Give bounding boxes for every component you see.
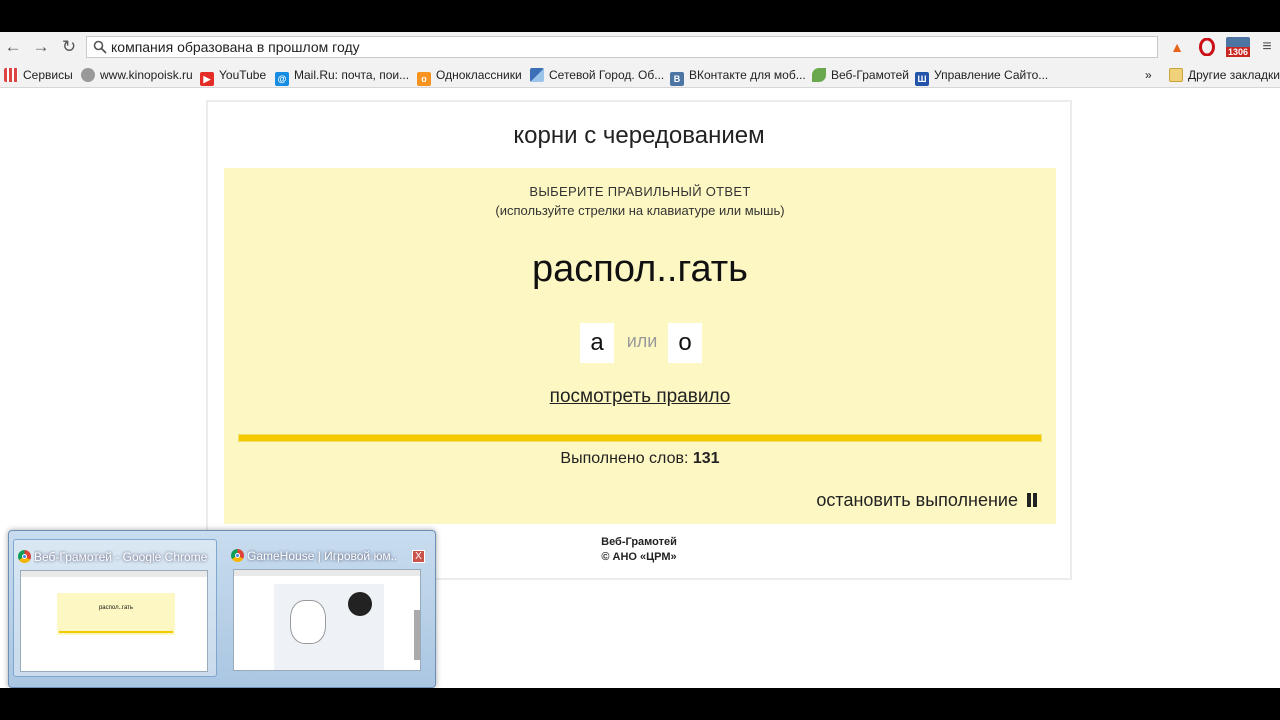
bookmark-label: Одноклассники [436, 68, 522, 82]
trainer-card: корни с чередованием ВЫБЕРИТЕ ПРАВИЛЬНЫЙ… [206, 100, 1072, 580]
window-thumb-image: распол..гать [20, 570, 208, 672]
bookmark-label: www.kinopoisk.ru [100, 68, 193, 82]
thumb-word: распол..гать [98, 605, 134, 611]
search-icon [93, 40, 107, 54]
bookmark-label: YouTube [219, 68, 267, 82]
pause-icon [1026, 493, 1038, 507]
menu-icon[interactable]: ≡ [1256, 36, 1278, 58]
vk-badge-count: 1306 [1226, 47, 1250, 57]
vk-extension-icon[interactable]: 1306 [1226, 36, 1250, 58]
apps-grid-icon [4, 68, 18, 82]
vk-icon: B [670, 72, 684, 86]
stop-label: остановить выполнение [816, 490, 1018, 510]
choice-o-button[interactable]: о [668, 323, 702, 363]
window-thumb-image [233, 569, 421, 671]
instruction-hint: (используйте стрелки на клавиатуре или м… [495, 203, 785, 218]
bookmark-label: Сетевой Город. Об... [549, 68, 665, 82]
chrome-icon [231, 549, 244, 562]
choice-a-button[interactable]: а [580, 323, 614, 363]
film-reel-icon [81, 68, 95, 82]
progress-bar [238, 434, 1042, 442]
omnibox[interactable]: компания образована в прошлом году [86, 36, 1158, 58]
bookmark-label: ВКонтакте для моб... [689, 68, 806, 82]
bookmark-youtube[interactable]: ▶ YouTube [200, 67, 267, 86]
site-manage-icon: Ш [915, 72, 929, 86]
close-icon[interactable]: X [412, 550, 425, 563]
taskbar-preview: Веб-Грамотей - Google Chrome распол..гат… [8, 530, 436, 688]
folder-icon [1169, 68, 1183, 82]
omnibox-text[interactable]: компания образована в прошлом году [111, 39, 360, 55]
window-thumb-title: Веб-Грамотей - Google Chrome [34, 550, 208, 564]
progress-fill [239, 435, 1041, 441]
bookmark-label: Другие закладки [1188, 68, 1280, 82]
window-thumb-title: GameHouse | Игровой юм... [247, 549, 397, 563]
arrow-right-icon[interactable]: → [30, 37, 52, 57]
quiz-word: распол..гать [532, 248, 748, 290]
bookmarks-overflow-button[interactable]: » [1145, 67, 1152, 83]
bookmark-label: Сервисы [23, 68, 73, 82]
bookmark-label: Управление Сайто... [934, 68, 1049, 82]
odnoklassniki-icon: o [417, 72, 431, 86]
bookmarks-bar: Сервисы www.kinopoisk.ru ▶ YouTube @ Mail.… [0, 62, 1280, 88]
bookmark-kinopoisk[interactable]: www.kinopoisk.ru [81, 67, 193, 83]
browser-toolbar: ← → ↻ компания образована в прошлом году… [0, 32, 1280, 62]
flame-extension-icon[interactable]: ▲ [1166, 36, 1188, 58]
opera-extension-icon[interactable] [1196, 36, 1218, 58]
words-done-count: 131 [692, 450, 720, 467]
bookmark-services[interactable]: Сервисы [4, 67, 73, 83]
bookmark-label: Веб-Грамотей [831, 68, 909, 82]
stop-button[interactable]: остановить выполнение [816, 490, 1038, 511]
other-bookmarks-folder[interactable]: Другие закладки [1169, 67, 1280, 83]
bookmark-network-city[interactable]: Сетевой Город. Об... [530, 67, 664, 83]
bookmark-vkontakte[interactable]: B ВКонтакте для моб... [670, 67, 806, 86]
bookmark-mailru[interactable]: @ Mail.Ru: почта, пои... [275, 67, 410, 86]
bookmark-label: Mail.Ru: почта, пои... [294, 68, 410, 82]
arrow-left-icon[interactable]: ← [2, 37, 24, 57]
at-sign-icon: @ [275, 72, 289, 86]
window-thumb-gamehouse[interactable]: GameHouse | Игровой юм... X [227, 539, 431, 677]
instruction-main: ВЫБЕРИТЕ ПРАВИЛЬНЫЙ ОТВЕТ [529, 184, 751, 199]
quiz-panel: ВЫБЕРИТЕ ПРАВИЛЬНЫЙ ОТВЕТ (используйте с… [224, 168, 1056, 524]
bookmark-site-manage[interactable]: Ш Управление Сайто... [915, 67, 1049, 86]
words-done-label: Выполнено слов: [560, 450, 689, 467]
bookmark-odnoklassniki[interactable]: o Одноклассники [417, 67, 522, 86]
or-separator: или [626, 331, 658, 351]
window-thumb-chrome[interactable]: Веб-Грамотей - Google Chrome распол..гат… [13, 539, 217, 677]
youtube-icon: ▶ [200, 72, 214, 86]
view-rule-link[interactable]: посмотреть правило [224, 386, 1056, 408]
page-title: корни с чередованием [513, 122, 765, 149]
chrome-icon [18, 550, 31, 563]
bookmark-web-gramotey[interactable]: Веб-Грамотей [812, 67, 909, 83]
network-city-icon [530, 68, 544, 82]
words-done: Выполнено слов: 131 [224, 450, 1056, 468]
leaf-icon [812, 68, 826, 82]
reload-icon[interactable]: ↻ [58, 37, 80, 57]
